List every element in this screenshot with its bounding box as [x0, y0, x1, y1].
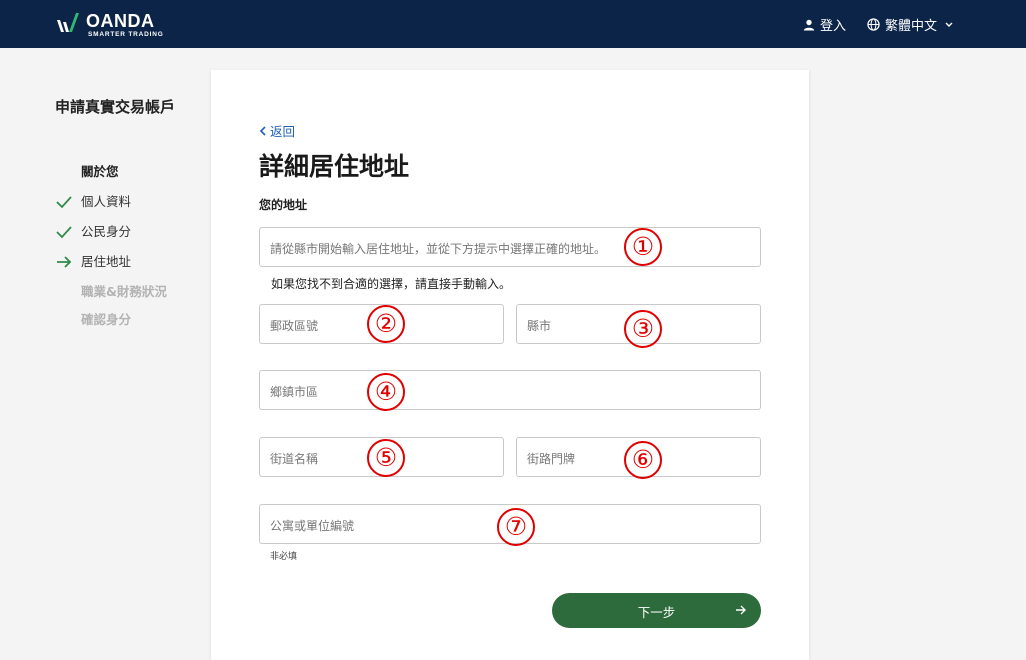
- arrow-right-icon: [736, 605, 746, 615]
- login-link[interactable]: 登入: [803, 15, 846, 34]
- back-link[interactable]: 返回: [259, 121, 295, 140]
- step-citizenship[interactable]: 公民身分: [55, 224, 205, 254]
- brand-name: OANDA: [86, 11, 155, 31]
- arrow-right-icon: [57, 256, 72, 268]
- next-button[interactable]: 下一步: [552, 593, 761, 628]
- login-label: 登入: [820, 19, 847, 34]
- language-selector[interactable]: 繁體中文: [867, 15, 956, 34]
- check-icon: [56, 196, 72, 209]
- step-label: 確認身分: [81, 312, 132, 327]
- annotation-marker-3: ③: [624, 310, 662, 348]
- annotation-marker-7: ⑦: [497, 508, 535, 546]
- optional-note: 非必填: [270, 552, 298, 562]
- placeholder: 鄉鎮市區: [270, 385, 319, 399]
- placeholder: 請從縣市開始輸入居住地址，並從下方提示中選擇正確的地址。: [270, 242, 607, 256]
- address-search-input[interactable]: 請從縣市開始輸入居住地址，並從下方提示中選擇正確的地址。: [259, 227, 761, 267]
- placeholder: 縣市: [527, 319, 552, 333]
- check-icon: [56, 226, 72, 239]
- annotation-marker-2: ②: [367, 305, 405, 343]
- placeholder: 公寓或單位編號: [270, 519, 355, 533]
- annotation-marker-4: ④: [367, 373, 405, 411]
- manual-entry-hint: 如果您找不到合適的選擇，請直接手動輸入。: [271, 277, 512, 291]
- step-about-you: 關於您: [55, 164, 205, 194]
- step-label: 居住地址: [81, 254, 132, 269]
- placeholder: 街路門牌: [527, 452, 576, 466]
- step-employment-finance: 職業&財務狀況: [55, 284, 205, 312]
- annotation-marker-1: ①: [624, 228, 662, 266]
- step-personal-info[interactable]: 個人資料: [55, 194, 205, 224]
- step-verify-identity: 確認身分: [55, 312, 205, 342]
- address-form-card: 返回 詳細居住地址 您的地址 請從縣市開始輸入居住地址，並從下方提示中選擇正確的…: [211, 70, 809, 660]
- section-label: 您的地址: [259, 198, 308, 212]
- application-title: 申請真實交易帳戶: [55, 98, 176, 116]
- progress-steps: 關於您 個人資料 公民身分 居住地址 職業&財務狀況 確認身分: [55, 164, 205, 342]
- chevron-down-icon: [945, 22, 953, 27]
- step-label: 職業&財務狀況: [81, 284, 167, 299]
- page-title: 詳細居住地址: [259, 152, 410, 181]
- top-navigation-bar: OANDA SMARTER TRADING 登入 繁體中文: [0, 0, 1026, 48]
- step-label: 關於您: [81, 164, 119, 179]
- district-input[interactable]: 鄉鎮市區: [259, 370, 761, 410]
- user-icon: [803, 19, 815, 30]
- oanda-logo-mark-icon: [57, 13, 79, 32]
- next-button-label: 下一步: [637, 605, 676, 620]
- annotation-marker-6: ⑥: [624, 441, 662, 479]
- step-residential-address[interactable]: 居住地址: [55, 254, 205, 284]
- step-label: 個人資料: [81, 194, 132, 209]
- language-label: 繁體中文: [885, 19, 938, 34]
- back-label: 返回: [270, 124, 296, 139]
- placeholder: 郵政區號: [270, 319, 319, 333]
- placeholder: 街道名稱: [270, 452, 319, 466]
- step-label: 公民身分: [81, 224, 132, 239]
- chevron-left-icon: [259, 125, 266, 136]
- annotation-marker-5: ⑤: [367, 439, 405, 477]
- globe-icon: [867, 18, 880, 31]
- brand-tagline: SMARTER TRADING: [88, 31, 164, 38]
